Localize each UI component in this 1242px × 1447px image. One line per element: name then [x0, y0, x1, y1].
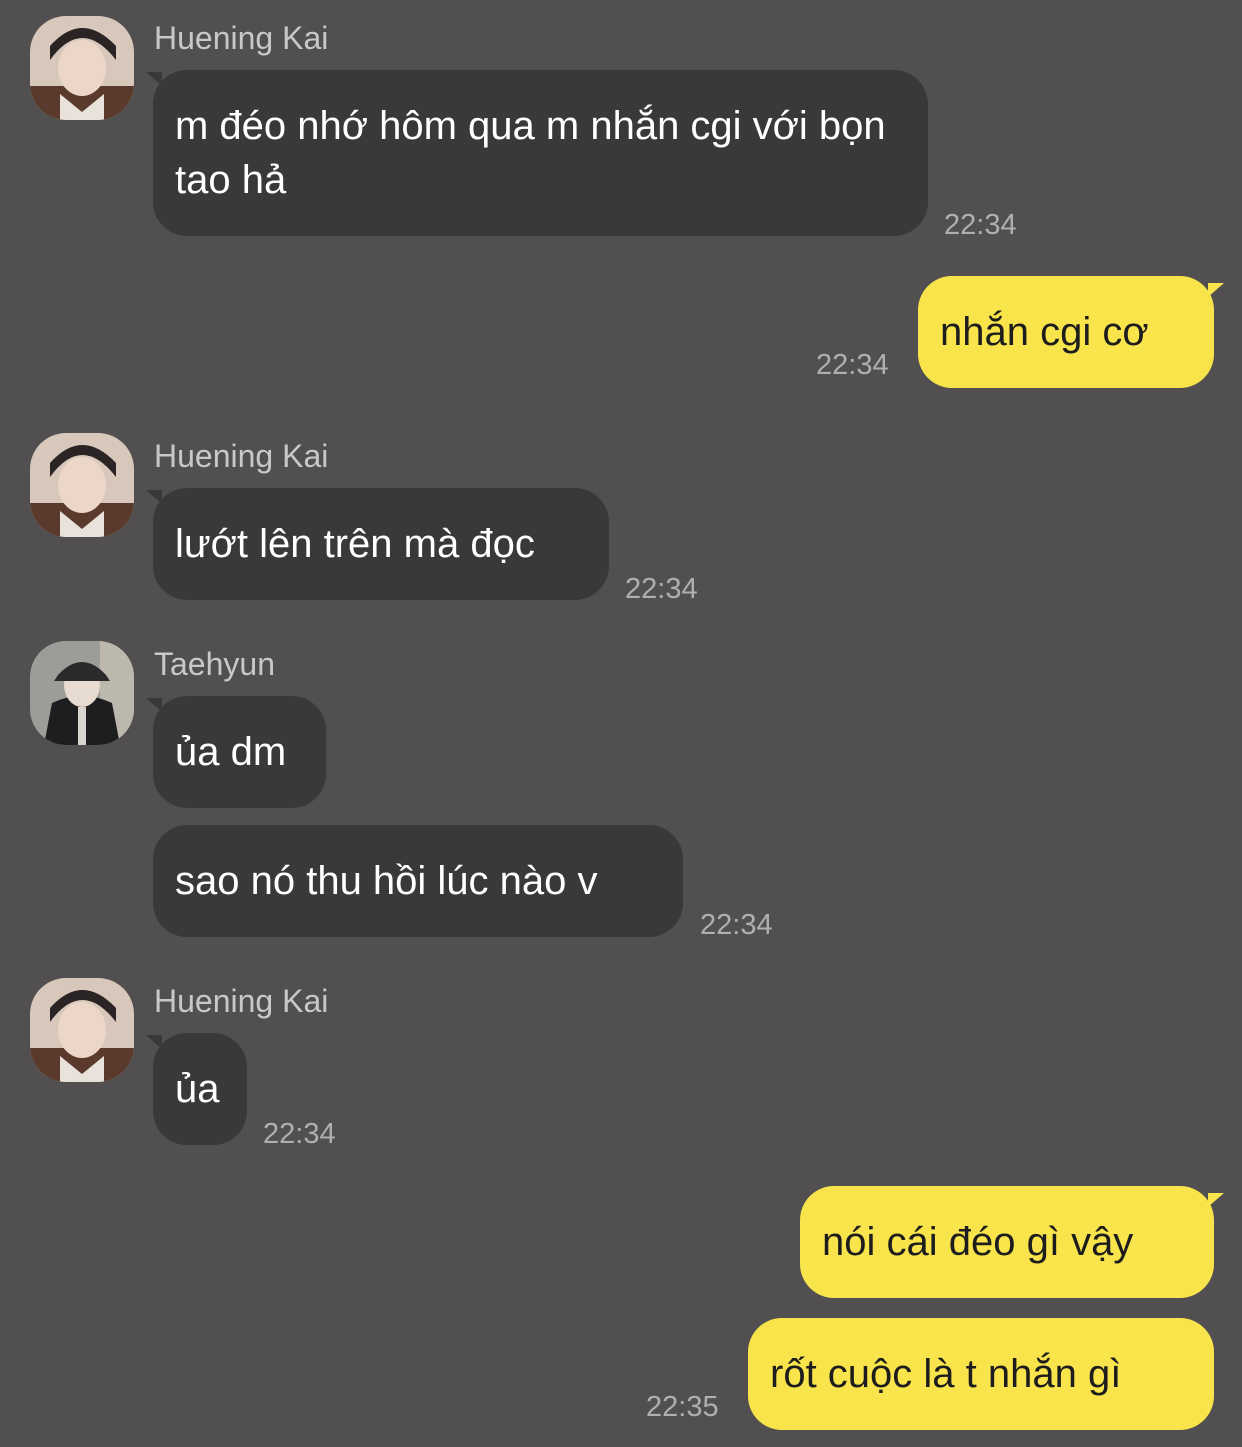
profile-photo-icon [30, 978, 134, 1082]
incoming-message-bubble[interactable]: ủa [153, 1033, 247, 1145]
message-time: 22:34 [816, 349, 889, 381]
profile-photo-icon [30, 641, 134, 745]
avatar-huening-kai[interactable] [30, 16, 134, 120]
message-time: 22:34 [625, 573, 698, 605]
incoming-message-bubble[interactable]: ủa dm [153, 696, 326, 808]
avatar-taehyun[interactable] [30, 641, 134, 745]
sender-name: Huening Kai [154, 438, 329, 474]
outgoing-message-bubble[interactable]: nhắn cgi cơ [918, 276, 1214, 388]
incoming-message-bubble[interactable]: m đéo nhớ hôm qua m nhắn cgi với bọn tao… [153, 70, 928, 236]
message-time: 22:34 [700, 909, 773, 941]
profile-photo-icon [30, 433, 134, 537]
outgoing-message-bubble[interactable]: nói cái đéo gì vậy [800, 1186, 1214, 1298]
bubble-tail [1208, 283, 1224, 297]
sender-name: Taehyun [154, 646, 275, 682]
sender-name: Huening Kai [154, 983, 329, 1019]
bubble-tail [1208, 1193, 1224, 1207]
incoming-message-bubble[interactable]: sao nó thu hồi lúc nào v [153, 825, 683, 937]
outgoing-message-bubble[interactable]: rốt cuộc là t nhắn gì [748, 1318, 1214, 1430]
message-time: 22:35 [646, 1391, 719, 1423]
profile-photo-icon [30, 16, 134, 120]
message-time: 22:34 [944, 209, 1017, 241]
avatar-huening-kai[interactable] [30, 433, 134, 537]
avatar-huening-kai[interactable] [30, 978, 134, 1082]
sender-name: Huening Kai [154, 20, 329, 56]
message-time: 22:34 [263, 1118, 336, 1150]
incoming-message-bubble[interactable]: lướt lên trên mà đọc [153, 488, 609, 600]
